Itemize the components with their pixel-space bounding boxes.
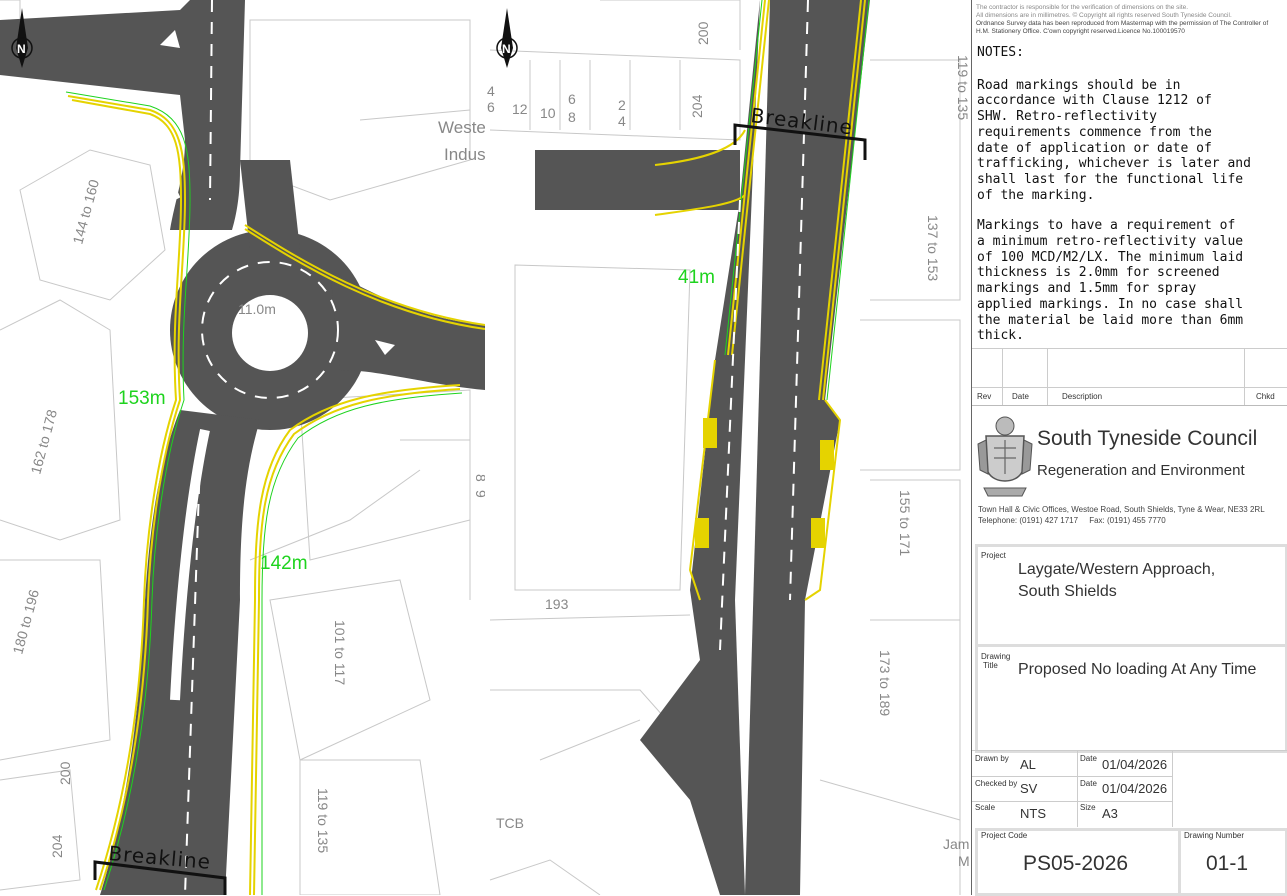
- size-caption: Size: [1080, 803, 1096, 812]
- drawing-title-caption: Title: [983, 661, 998, 670]
- roundabout-diameter: 11.0m: [238, 301, 276, 317]
- notes-line: shall last for the functional life: [977, 171, 1244, 187]
- plot-label: 8: [568, 109, 576, 125]
- length-142: 142m: [260, 553, 308, 574]
- council-block: South Tyneside Council Regeneration and …: [972, 405, 1287, 541]
- project-block: Project Laygate/Western Approach, South …: [975, 544, 1287, 753]
- scale: NTS: [1020, 806, 1046, 821]
- drawing-number: 01-1: [1206, 852, 1249, 875]
- date-caption: Date: [1080, 754, 1097, 763]
- notes-line: requirements commence from the: [977, 124, 1212, 140]
- notes-title: NOTES:: [977, 45, 1024, 60]
- checked-by: SV: [1020, 781, 1038, 796]
- date-caption: Date: [1080, 779, 1097, 788]
- plot-label: 137 to 153: [925, 215, 941, 281]
- disclaimer-line: All dimensions are in millimetres. © Cop…: [976, 12, 1232, 19]
- project-code-caption: Project Code: [981, 831, 1028, 840]
- council-name: South Tyneside Council: [1037, 427, 1258, 450]
- drawing-number-caption: Drawing Number: [1184, 831, 1245, 840]
- north-label: N: [17, 42, 26, 56]
- address: Town Hall & Civic Offices, Westoe Road, …: [978, 505, 1265, 514]
- rev-header: Rev: [977, 392, 992, 401]
- plot-label: 204: [49, 834, 65, 858]
- disclaimer-line: Ordnance Survey data has been reproduced…: [976, 20, 1269, 27]
- plot-label: Weste: [438, 118, 486, 137]
- notes-line: thick.: [977, 328, 1024, 344]
- plot-label: 200: [57, 761, 73, 785]
- telephone: Telephone: (0191) 427 1717 Fax: (0191) 4…: [978, 516, 1166, 525]
- notes-line: applied markings. In no case shall: [977, 296, 1244, 312]
- plot-label: TCB: [496, 815, 524, 831]
- checked-date: 01/04/2026: [1102, 781, 1168, 796]
- length-153: 153m: [118, 388, 166, 409]
- plot-label: 6: [568, 91, 576, 107]
- plot-label: 119 to 135: [955, 55, 970, 120]
- notes-line: Markings to have a requirement of: [977, 218, 1236, 234]
- notes-line: thickness is 2.0mm for screened: [977, 265, 1220, 281]
- project-caption: Project: [981, 551, 1006, 560]
- disclaimer-line: H.M. Stationery Office. C'own copyright …: [976, 28, 1185, 35]
- plot-label: Indus: [444, 145, 486, 164]
- drawn-by: AL: [1020, 757, 1036, 772]
- plot-label: M: [958, 853, 970, 869]
- plot-label: 10: [540, 105, 556, 121]
- notes-line: of the marking.: [977, 187, 1095, 203]
- plot-label: 2: [618, 97, 626, 113]
- plot-label: 12: [512, 101, 528, 117]
- disclaimer: The contractor is responsible for the ve…: [976, 4, 1284, 36]
- description-header: Description: [1062, 392, 1103, 401]
- notes-line: a minimum retro-reflectivity value: [977, 234, 1244, 250]
- length-41: 41m: [678, 267, 715, 288]
- plot-label: Jam: [943, 836, 969, 852]
- checked-header: Chkd: [1256, 392, 1275, 401]
- notes-line: the material be laid more than 6mm: [977, 312, 1244, 328]
- plot-label: 4: [618, 113, 626, 129]
- notes-line: date of application or date of: [977, 140, 1212, 156]
- project-line: South Shields: [1018, 583, 1117, 600]
- code-block: Project Code PS05-2026 Drawing Number 01…: [975, 828, 1287, 896]
- drawn-by-caption: Drawn by: [975, 754, 1009, 763]
- council-crest-icon: [977, 416, 1033, 497]
- plot-label: 173 to 189: [877, 650, 893, 716]
- revision-table: Rev Date Description Chkd: [972, 348, 1287, 405]
- drawing-title-caption: Drawing: [981, 652, 1011, 661]
- department-name: Regeneration and Environment: [1037, 462, 1245, 479]
- plot-label: 6: [487, 99, 495, 115]
- drawing-title: Proposed No loading At Any Time: [1018, 661, 1257, 678]
- date-header: Date: [1012, 392, 1029, 401]
- project-line: Laygate/Western Approach,: [1018, 561, 1216, 578]
- plot-label: 119 to 135: [315, 788, 331, 853]
- notes-line: Road markings should be in: [977, 77, 1181, 93]
- plot-label: 101 to 117: [332, 620, 348, 685]
- plot-label: 155 to 171: [897, 490, 913, 556]
- notes-line: SHW. Retro-reflectivity: [977, 109, 1158, 125]
- disclaimer-line: The contractor is responsible for the ve…: [976, 4, 1189, 11]
- notes-line: trafficking, whichever is later and: [977, 156, 1251, 172]
- notes-line: of 100 MCD/M2/LX. The minimum laid: [977, 249, 1244, 265]
- notes-line: markings and 1.5mm for spray: [977, 281, 1197, 297]
- north-label-right: N: [502, 42, 511, 56]
- drawn-date: 01/04/2026: [1102, 757, 1168, 772]
- plot-label: 204: [689, 94, 705, 118]
- approval-grid: Drawn by AL Date 01/04/2026 Checked by S…: [972, 750, 1287, 827]
- size: A3: [1102, 806, 1118, 821]
- notes: NOTES: Road markings should be in accord…: [977, 45, 1285, 344]
- title-block: The contractor is responsible for the ve…: [971, 0, 1287, 896]
- site-plan: N N Breakline Breakline 144 to 160 162 t…: [0, 0, 970, 895]
- plot-label: 193: [545, 596, 569, 612]
- plot-label: 4: [487, 83, 495, 99]
- scale-caption: Scale: [975, 803, 996, 812]
- plot-label: 200: [695, 21, 711, 45]
- project-code: PS05-2026: [1023, 852, 1129, 875]
- checked-by-caption: Checked by: [975, 779, 1018, 788]
- notes-line: accordance with Clause 1212 of: [977, 93, 1212, 109]
